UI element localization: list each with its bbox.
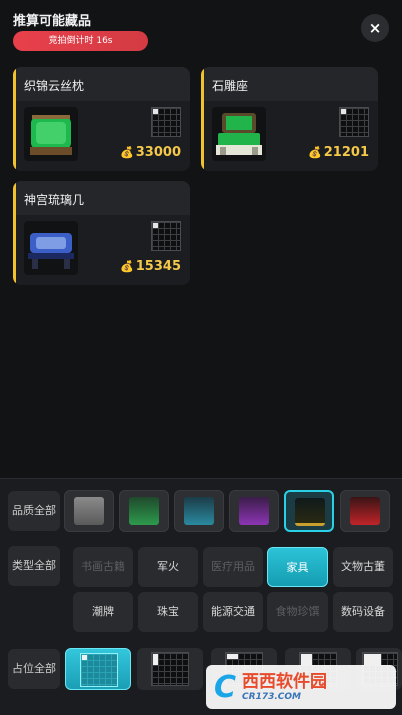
item-price: 💰 21201: [308, 145, 369, 160]
type-chip-streetwear[interactable]: 潮牌: [73, 592, 133, 632]
price-value: 33000: [135, 145, 181, 160]
type-chip-delicacies[interactable]: 食物珍馔: [267, 592, 328, 632]
occupancy-grid-icon: [151, 221, 181, 251]
watermark-title: 西西软件园: [242, 672, 328, 692]
auction-countdown-badge: 竞拍倒计时 16s: [13, 31, 148, 51]
stone-seat-icon: [216, 113, 262, 155]
type-chip-digital[interactable]: 数码设备: [333, 592, 393, 632]
pillow-icon: [30, 115, 72, 155]
type-chip-furniture[interactable]: 家具: [267, 547, 328, 587]
watermark-logo: C: [214, 669, 237, 705]
coin-bag-icon: 💰: [308, 146, 322, 159]
item-thumbnail: [24, 221, 78, 275]
price-value: 21201: [323, 145, 369, 160]
occupancy-all-button[interactable]: 占位全部: [8, 649, 60, 689]
price-value: 15345: [135, 259, 181, 274]
type-chip-transport[interactable]: 能源交通: [203, 592, 263, 632]
occupancy-1x1-option[interactable]: [65, 648, 131, 690]
occupancy-grid-icon: [151, 107, 181, 137]
watermark-url: CR173.COM: [242, 692, 301, 702]
page-title: 推算可能藏品: [13, 14, 92, 29]
quality-gray-swatch[interactable]: [64, 490, 114, 532]
quality-red-swatch[interactable]: [340, 490, 390, 532]
type-chip-medical[interactable]: 医疗用品: [203, 547, 263, 587]
quality-green-swatch[interactable]: [119, 490, 169, 532]
type-all-button[interactable]: 类型全部: [8, 546, 60, 586]
type-chip-firearms[interactable]: 军火: [138, 547, 198, 587]
item-price: 💰 33000: [120, 145, 181, 160]
item-name: 神宫琉璃几: [24, 193, 85, 207]
type-chip-calligraphy[interactable]: 书画古籍: [73, 547, 133, 587]
coin-bag-icon: 💰: [120, 260, 134, 273]
quality-purple-swatch[interactable]: [229, 490, 279, 532]
item-price: 💰 15345: [120, 259, 181, 274]
occupancy-1x2-option[interactable]: [137, 648, 203, 690]
glass-table-icon: [28, 233, 74, 269]
item-card-2[interactable]: 石雕座 💰 21201: [201, 67, 378, 171]
type-chip-antiques[interactable]: 文物古董: [333, 547, 393, 587]
item-thumbnail: [212, 107, 266, 161]
item-name: 织锦云丝枕: [24, 79, 85, 93]
site-watermark: C 西西软件园 CR173.COM: [206, 665, 396, 709]
close-button[interactable]: ×: [361, 14, 389, 42]
quality-gold-swatch[interactable]: [284, 490, 334, 532]
item-card-1[interactable]: 织锦云丝枕 💰 33000: [13, 67, 190, 171]
occupancy-grid-icon: [339, 107, 369, 137]
quality-blue-swatch[interactable]: [174, 490, 224, 532]
item-thumbnail: [24, 107, 78, 161]
type-chip-jewelry[interactable]: 珠宝: [138, 592, 198, 632]
item-card-3[interactable]: 神宫琉璃几 💰 15345: [13, 181, 190, 285]
quality-all-button[interactable]: 品质全部: [8, 491, 60, 531]
coin-bag-icon: 💰: [120, 146, 134, 159]
item-name: 石雕座: [212, 79, 249, 93]
